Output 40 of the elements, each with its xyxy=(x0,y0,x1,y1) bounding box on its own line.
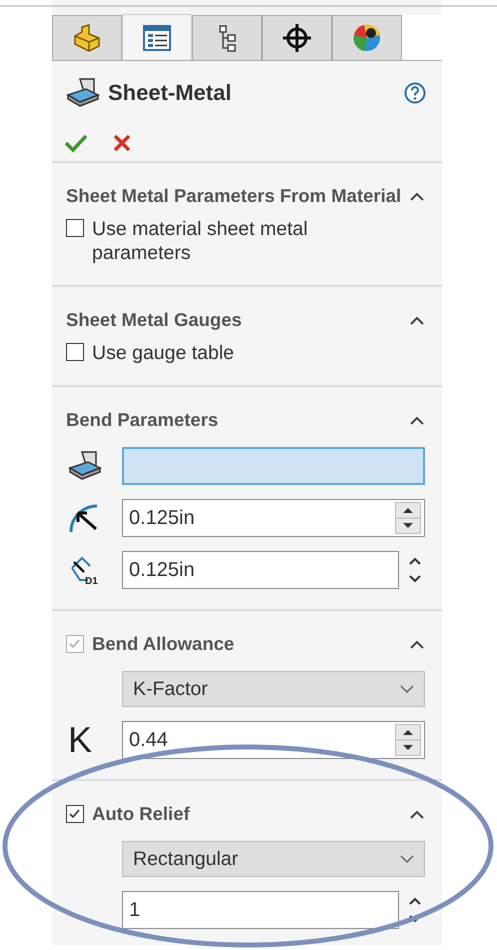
ok-icon[interactable] xyxy=(64,133,88,153)
section-title: Bend Parameters xyxy=(66,409,220,431)
panel-tab[interactable] xyxy=(262,15,332,60)
spin-field[interactable]: 0.125in xyxy=(122,499,425,537)
checkbox[interactable] xyxy=(66,343,84,361)
spin-field[interactable]: 0.44 xyxy=(122,721,425,759)
selection-field[interactable] xyxy=(122,447,425,485)
dropdown[interactable]: K-Factor xyxy=(122,671,425,707)
sheet-metal-icon xyxy=(68,450,102,482)
collapse-caret-icon[interactable] xyxy=(409,191,425,201)
collapse-caret-icon[interactable] xyxy=(409,315,425,325)
panel-title: Sheet-Metal xyxy=(108,80,232,106)
cancel-icon[interactable] xyxy=(112,133,132,153)
collapse-caret-icon[interactable] xyxy=(409,639,425,649)
sheet-metal-icon xyxy=(66,77,100,109)
section-title: Sheet Metal Gauges xyxy=(66,309,243,331)
k-factor-label: K xyxy=(68,722,92,758)
spin-field[interactable]: 1 xyxy=(122,891,399,929)
section-title: Auto Relief xyxy=(92,803,191,825)
panel-tab[interactable] xyxy=(192,15,262,60)
collapse-caret-icon[interactable] xyxy=(409,415,425,425)
sphere-icon xyxy=(352,23,382,53)
spin-arrows-icon[interactable] xyxy=(395,724,421,756)
crosshair-icon xyxy=(282,23,312,53)
spin-arrows-icon[interactable] xyxy=(395,502,421,534)
section-title: Bend Allowance xyxy=(92,633,236,655)
checkbox-label: Use material sheet metal parameters xyxy=(92,217,309,265)
chevron-down-icon xyxy=(400,685,414,693)
spin-field[interactable]: 0.125in xyxy=(122,551,399,589)
list-icon xyxy=(142,24,172,52)
dropdown[interactable]: Rectangular xyxy=(122,841,425,877)
checkbox[interactable] xyxy=(66,219,84,237)
section-title: Sheet Metal Parameters From Material xyxy=(66,185,402,207)
collapse-caret-icon[interactable] xyxy=(409,809,425,819)
help-icon[interactable] xyxy=(404,82,426,104)
section-checkbox[interactable] xyxy=(66,805,84,823)
checkbox-label: Use gauge table xyxy=(92,341,234,365)
panel-tab[interactable] xyxy=(332,15,402,60)
chevron-down-icon xyxy=(400,855,414,863)
part-icon xyxy=(72,24,102,52)
